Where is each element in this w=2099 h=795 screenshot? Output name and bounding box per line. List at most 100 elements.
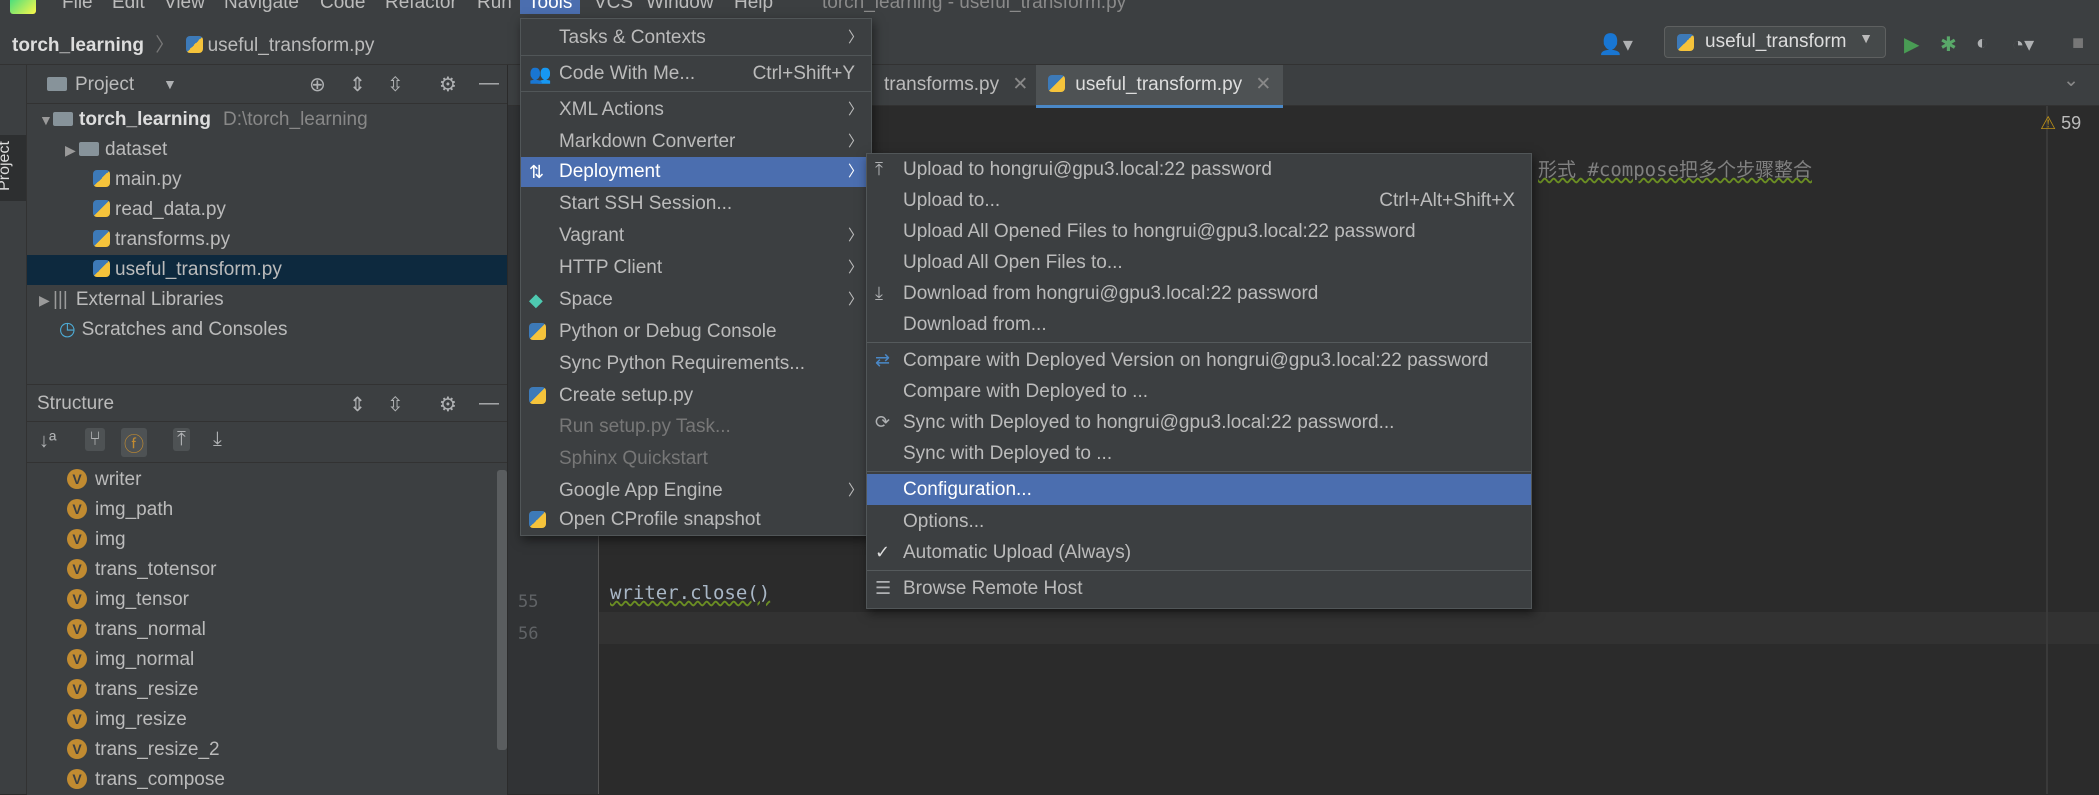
tree-item-transforms-py[interactable]: transforms.py	[27, 225, 507, 255]
structure-item[interactable]: Vtrans_normal	[67, 615, 206, 645]
menu-item-tasks-contexts[interactable]: Tasks & Contexts 〉	[521, 23, 871, 53]
menu-item-compare-deployed-to[interactable]: Compare with Deployed to ...	[867, 376, 1531, 407]
menu-item-upload-all-opened-default[interactable]: Upload All Opened Files to hongrui@gpu3.…	[867, 216, 1531, 247]
minimize-icon[interactable]: —	[479, 392, 499, 415]
gear-icon[interactable]: ⚙	[439, 392, 457, 417]
menu-item-upload-all-open-files-to[interactable]: Upload All Open Files to...	[867, 247, 1531, 278]
menu-refactor[interactable]: Refactor	[385, 0, 457, 14]
run-icon[interactable]: ▶	[1904, 32, 1919, 57]
menu-item-compare-deployed-default[interactable]: ⇄ Compare with Deployed Version on hongru…	[867, 345, 1531, 376]
menu-item-vagrant[interactable]: Vagrant 〉	[521, 221, 871, 251]
menu-item-upload-to[interactable]: Upload to... Ctrl+Alt+Shift+X	[867, 185, 1531, 216]
locate-icon[interactable]: ⊕	[309, 72, 326, 97]
debug-icon[interactable]: ✱	[1940, 32, 1957, 57]
tree-item-external-libraries[interactable]: ▶ ||| External Libraries	[27, 285, 507, 315]
tree-item-useful-transform-py[interactable]: useful_transform.py	[27, 255, 507, 285]
folder-icon	[53, 112, 73, 126]
menu-item-browse-remote-host[interactable]: ☰ Browse Remote Host	[867, 573, 1531, 604]
menu-item-create-setup-py[interactable]: Create setup.py	[521, 381, 871, 411]
structure-item[interactable]: Vtrans_compose	[67, 765, 225, 795]
close-icon[interactable]: ✕	[1012, 74, 1028, 95]
breadcrumb-project[interactable]: torch_learning	[12, 35, 144, 56]
menu-separator	[521, 91, 871, 92]
menu-item-start-ssh-session[interactable]: Start SSH Session...	[521, 189, 871, 219]
menu-view[interactable]: View	[164, 0, 205, 14]
tree-item-project-root[interactable]: ▼ torch_learning D:\torch_learning	[27, 105, 507, 135]
autoscroll-from-source-icon[interactable]: ⤓	[213, 428, 222, 451]
breadcrumb-file[interactable]: useful_transform.py	[208, 35, 375, 56]
run-configuration-select[interactable]: useful_transform ▼	[1664, 26, 1886, 58]
menu-item-google-app-engine[interactable]: Google App Engine 〉	[521, 476, 871, 506]
menu-item-automatic-upload[interactable]: ✓ Automatic Upload (Always)	[867, 537, 1531, 568]
tab-transforms-py[interactable]: transforms.py ✕	[870, 65, 1040, 105]
sort-alpha-icon[interactable]: ↓ª	[39, 430, 56, 453]
menu-code[interactable]: Code	[320, 0, 365, 14]
collapse-all-icon[interactable]: ⇳	[387, 392, 404, 417]
structure-item[interactable]: Vimg_path	[67, 495, 173, 525]
menu-tools[interactable]: Tools	[520, 0, 581, 14]
coverage-icon[interactable]: ◐	[1976, 32, 1988, 55]
menu-item-deployment[interactable]: ⇅ Deployment 〉	[521, 157, 871, 187]
project-stripe-label[interactable]: Project	[0, 141, 14, 191]
menu-item-markdown-converter[interactable]: Markdown Converter 〉	[521, 127, 871, 157]
tree-item-main-py[interactable]: main.py	[27, 165, 507, 195]
code-comment[interactable]: 形式 #compose把多个步骤整合	[1538, 155, 1812, 182]
user-icon[interactable]: 👤▾	[1598, 32, 1633, 57]
structure-item[interactable]: Vtrans_resize	[67, 675, 199, 705]
menu-item-sync-deployed-to[interactable]: Sync with Deployed to ...	[867, 438, 1531, 469]
stop-icon[interactable]: ■	[2072, 32, 2084, 55]
menu-item-xml-actions[interactable]: XML Actions 〉	[521, 95, 871, 125]
chevron-down-icon[interactable]: ▼	[163, 76, 177, 92]
menu-item-code-with-me[interactable]: 👥 Code With Me... Ctrl+Shift+Y	[521, 59, 871, 89]
structure-panel-title[interactable]: Structure	[37, 393, 114, 415]
menu-run[interactable]: Run	[477, 0, 512, 14]
menu-navigate[interactable]: Navigate	[224, 0, 299, 14]
expand-all-icon[interactable]: ⇕	[349, 72, 366, 97]
expand-all-icon[interactable]: ⇕	[349, 392, 366, 417]
menu-item-download-from-default[interactable]: ⤓ Download from hongrui@gpu3.local:22 pas…	[867, 278, 1531, 309]
structure-item[interactable]: Vtrans_totensor	[67, 555, 216, 585]
menu-vcs[interactable]: VCS	[594, 0, 633, 14]
menu-item-options[interactable]: Options...	[867, 506, 1531, 537]
menu-item-sphinx-quickstart[interactable]: Sphinx Quickstart	[521, 444, 871, 474]
tree-item-scratches[interactable]: ◷ Scratches and Consoles	[27, 315, 507, 345]
menu-item-sync-python-requirements[interactable]: Sync Python Requirements...	[521, 349, 871, 379]
show-inherited-icon[interactable]: ⑂	[85, 428, 105, 451]
menu-item-http-client[interactable]: HTTP Client 〉	[521, 253, 871, 283]
menu-window[interactable]: Window	[646, 0, 714, 14]
menu-item-download-from[interactable]: Download from...	[867, 309, 1531, 340]
structure-item[interactable]: Vimg	[67, 525, 126, 555]
show-fields-icon[interactable]: ⓕ	[121, 428, 147, 457]
menu-item-label: Space	[559, 289, 613, 310]
tab-useful-transform-py[interactable]: useful_transform.py ✕	[1036, 65, 1284, 108]
code-line[interactable]: writer.close()	[610, 582, 770, 604]
structure-item[interactable]: Vimg_tensor	[67, 585, 189, 615]
project-panel-title[interactable]: Project	[75, 74, 134, 96]
structure-item[interactable]: Vwriter	[67, 465, 141, 495]
inspection-widget[interactable]: ⚠ 59	[2040, 113, 2081, 134]
autoscroll-to-source-icon[interactable]: ⤒	[173, 428, 190, 451]
minimize-icon[interactable]: —	[479, 72, 499, 95]
collapse-all-icon[interactable]: ⇳	[387, 72, 404, 97]
menu-file[interactable]: File	[62, 0, 93, 14]
gear-icon[interactable]: ⚙	[439, 72, 457, 97]
menu-item-open-cprofile-snapshot[interactable]: Open CProfile snapshot	[521, 505, 871, 535]
menu-item-space[interactable]: ◆ Space 〉	[521, 285, 871, 315]
menu-help[interactable]: Help	[734, 0, 773, 14]
tree-item-dataset[interactable]: ▶ dataset	[27, 135, 507, 165]
menu-item-sync-deployed-default[interactable]: ⟳ Sync with Deployed to hongrui@gpu3.loca…	[867, 407, 1531, 438]
menu-item-upload-to-default[interactable]: ⤒ Upload to hongrui@gpu3.local:22 passwor…	[867, 154, 1531, 185]
menu-item-configuration[interactable]: Configuration...	[867, 474, 1531, 505]
structure-item[interactable]: Vimg_resize	[67, 705, 187, 735]
menu-edit[interactable]: Edit	[112, 0, 145, 14]
structure-scrollbar[interactable]	[497, 470, 507, 750]
tree-item-read-data-py[interactable]: read_data.py	[27, 195, 507, 225]
close-icon[interactable]: ✕	[1255, 74, 1271, 95]
structure-item[interactable]: Vtrans_resize_2	[67, 735, 220, 765]
profile-icon[interactable]: ◔▾	[2012, 32, 2034, 57]
tab-list-icon[interactable]: ⌄	[2063, 69, 2079, 92]
structure-item[interactable]: Vimg_normal	[67, 645, 194, 675]
menu-item-run-setup-py-task[interactable]: Run setup.py Task...	[521, 412, 871, 442]
menu-item-python-debug-console[interactable]: Python or Debug Console	[521, 317, 871, 347]
upload-icon: ⤒	[875, 159, 883, 179]
